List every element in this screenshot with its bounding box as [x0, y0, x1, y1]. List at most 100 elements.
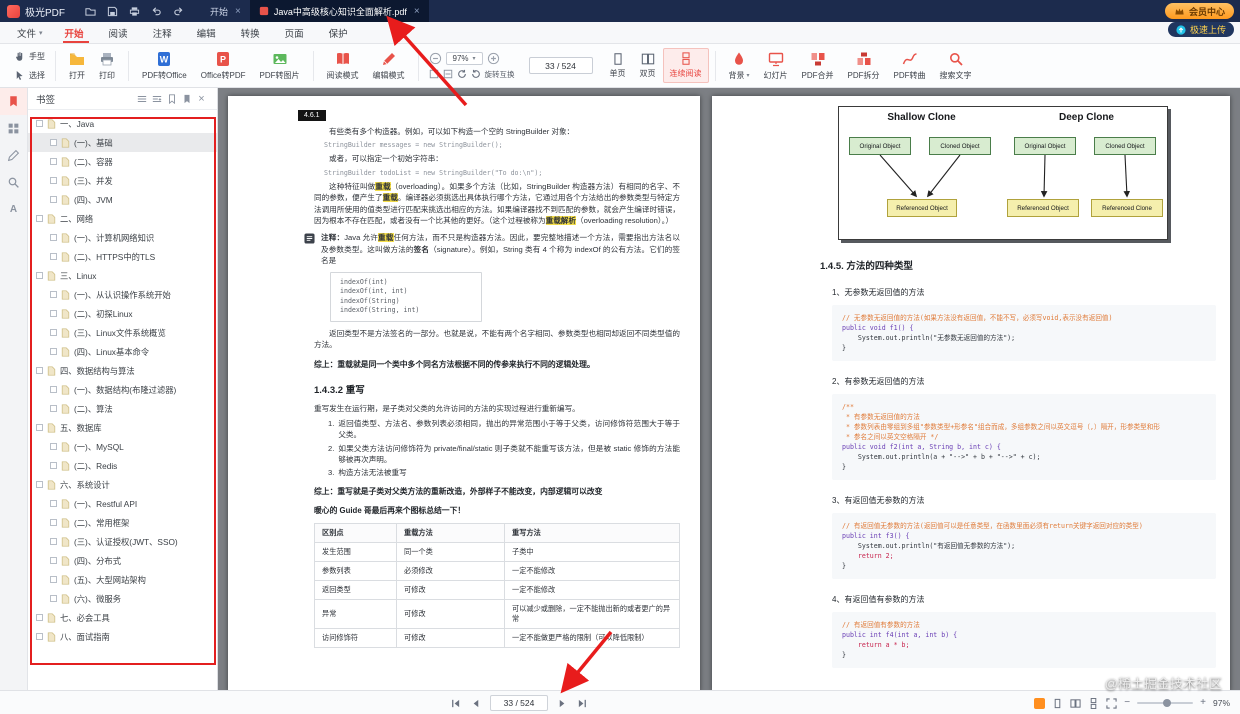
close-tab-icon[interactable]: × [235, 6, 241, 17]
bookmark-toggle-icon[interactable] [50, 291, 57, 298]
bookmark-item[interactable]: (二)、初探Linux [28, 304, 217, 323]
bookmark-toggle-icon[interactable] [50, 253, 57, 260]
bookmark-item[interactable]: (二)、常用框架 [28, 513, 217, 532]
ribbon-tab[interactable]: 页面 [274, 22, 318, 43]
edit-mode-button[interactable]: 编辑模式 [366, 46, 412, 86]
bookmark-item[interactable]: (二)、算法 [28, 399, 217, 418]
ribbon-tab[interactable]: 转换 [230, 22, 274, 43]
ribbon-tab[interactable]: 阅读 [98, 22, 142, 43]
bookmark-toggle-icon[interactable] [50, 196, 57, 203]
bookmark-toggle-icon[interactable] [50, 595, 57, 602]
background-button[interactable]: 背景 ▾ [722, 46, 757, 86]
bookmark-item[interactable]: (一)、从认识操作系统开始 [28, 285, 217, 304]
zoom-slider[interactable] [1137, 699, 1194, 707]
bookmark-toggle-icon[interactable] [50, 177, 57, 184]
pdf-to-image-button[interactable]: PDF转图片 [253, 46, 307, 86]
close-panel-icon[interactable]: × [194, 93, 209, 105]
zoom-slider-knob[interactable] [1163, 699, 1172, 707]
single-page-mode-icon[interactable] [1052, 698, 1063, 709]
save-icon[interactable] [101, 0, 123, 22]
rotate-right-icon[interactable] [471, 69, 481, 79]
bookmark-item[interactable]: (二)、HTTPS中的TLS [28, 247, 217, 266]
bookmark-toggle-icon[interactable] [36, 367, 43, 374]
continuous-view-button[interactable]: 连续阅读 [662, 48, 709, 83]
bookmark-item[interactable]: 一、Java [28, 114, 217, 133]
bookmark-toggle-icon[interactable] [50, 576, 57, 583]
bookmark-item[interactable]: 三、Linux [28, 266, 217, 285]
bookmarks-panel-button[interactable] [0, 88, 27, 115]
statusbar-page-input[interactable] [490, 695, 548, 711]
read-mode-button[interactable]: 阅读模式 [320, 46, 366, 86]
pdf-curve-button[interactable]: PDF转曲 [887, 46, 933, 86]
bookmark-item[interactable]: (三)、认证授权(JWT、SSO) [28, 532, 217, 551]
annotations-panel-button[interactable] [0, 142, 27, 169]
print-button[interactable]: 打印 [92, 46, 122, 86]
tab-start-page[interactable]: 开始 × [201, 0, 250, 22]
page-number-input[interactable] [528, 57, 593, 74]
bookmark-item[interactable]: 四、数据结构与算法 [28, 361, 217, 380]
bookmark-toggle-icon[interactable] [50, 310, 57, 317]
slideshow-button[interactable]: 幻灯片 [757, 46, 795, 86]
bookmark-toggle-icon[interactable] [36, 633, 43, 640]
fast-upload-badge[interactable]: 极速上传 [1167, 22, 1234, 37]
bookmark-toggle-icon[interactable] [50, 348, 57, 355]
add-bookmark-icon[interactable] [164, 91, 179, 106]
close-tab-icon[interactable]: × [414, 6, 420, 17]
bookmark-toggle-icon[interactable] [50, 234, 57, 241]
zoom-out-icon[interactable] [429, 52, 442, 65]
ribbon-tab[interactable]: 文件 ▾ [6, 22, 54, 43]
office-to-pdf-button[interactable]: P Office转PDF [194, 46, 253, 86]
first-page-icon[interactable] [450, 698, 461, 709]
single-page-view-button[interactable]: 单页 [603, 48, 633, 83]
bookmark-item[interactable]: 六、系统设计 [28, 475, 217, 494]
bookmark-toggle-icon[interactable] [50, 405, 57, 412]
scroll-mode-icon[interactable] [1088, 697, 1099, 709]
bookmark-item[interactable]: (三)、Linux文件系统概览 [28, 323, 217, 342]
last-page-icon[interactable] [577, 698, 588, 709]
bookmark-toggle-icon[interactable] [50, 158, 57, 165]
zoom-in-icon[interactable] [487, 52, 500, 65]
ribbon-tab[interactable]: 注释 [142, 22, 186, 43]
bookmark-item[interactable]: 五、数据库 [28, 418, 217, 437]
bookmark-toggle-icon[interactable] [36, 481, 43, 488]
bookmark-toggle-icon[interactable] [36, 215, 43, 222]
zoom-in-icon[interactable]: + [1200, 698, 1206, 708]
double-page-mode-icon[interactable] [1070, 698, 1081, 709]
bookmark-item[interactable]: 七、必会工具 [28, 608, 217, 627]
open-button[interactable]: 打开 [62, 46, 92, 86]
bookmark-item[interactable]: (六)、微服务 [28, 589, 217, 608]
bookmark-toggle-icon[interactable] [50, 519, 57, 526]
bookmark-toggle-icon[interactable] [36, 272, 43, 279]
bookmark-item[interactable]: (五)、大型网站架构 [28, 570, 217, 589]
bookmark-item[interactable]: (四)、JVM [28, 190, 217, 209]
ribbon-tab[interactable]: 保护 [318, 22, 362, 43]
attachments-panel-button[interactable]: A [0, 196, 27, 223]
bookmark-toggle-icon[interactable] [50, 500, 57, 507]
zoom-level-dropdown[interactable]: 97% ▾ [445, 51, 483, 65]
bookmark-toggle-icon[interactable] [36, 120, 43, 127]
bookmark-toggle-icon[interactable] [50, 443, 57, 450]
select-tool-button[interactable]: 选择 [10, 67, 49, 84]
next-page-icon[interactable] [557, 698, 568, 709]
hand-tool-button[interactable]: 手型 [10, 48, 49, 65]
collapse-all-icon[interactable] [134, 91, 149, 106]
member-center-button[interactable]: 会员中心 [1164, 3, 1234, 19]
undo-icon[interactable] [145, 0, 167, 22]
search-text-button[interactable]: 搜索文字 [933, 46, 979, 86]
bookmark-toggle-icon[interactable] [50, 557, 57, 564]
ribbon-tab[interactable]: 编辑 [186, 22, 230, 43]
bookmark-item[interactable]: 二、网络 [28, 209, 217, 228]
bookmark-item[interactable]: 八、面试指南 [28, 627, 217, 646]
pdf-split-button[interactable]: PDF拆分 [841, 46, 887, 86]
rotate-left-icon[interactable] [457, 69, 467, 79]
previous-page-icon[interactable] [470, 698, 481, 709]
pdf-to-office-button[interactable]: W PDF转Office [135, 46, 194, 86]
bookmark-toggle-icon[interactable] [50, 329, 57, 336]
bookmark-item[interactable]: (四)、Linux基本命令 [28, 342, 217, 361]
bookmark-toggle-icon[interactable] [36, 614, 43, 621]
bookmark-item[interactable]: (四)、分布式 [28, 551, 217, 570]
fullscreen-icon[interactable] [1106, 697, 1117, 709]
pdf-merge-button[interactable]: PDF合并 [795, 46, 841, 86]
ribbon-tab[interactable]: 开始 [54, 22, 98, 43]
open-folder-icon[interactable] [79, 0, 101, 22]
